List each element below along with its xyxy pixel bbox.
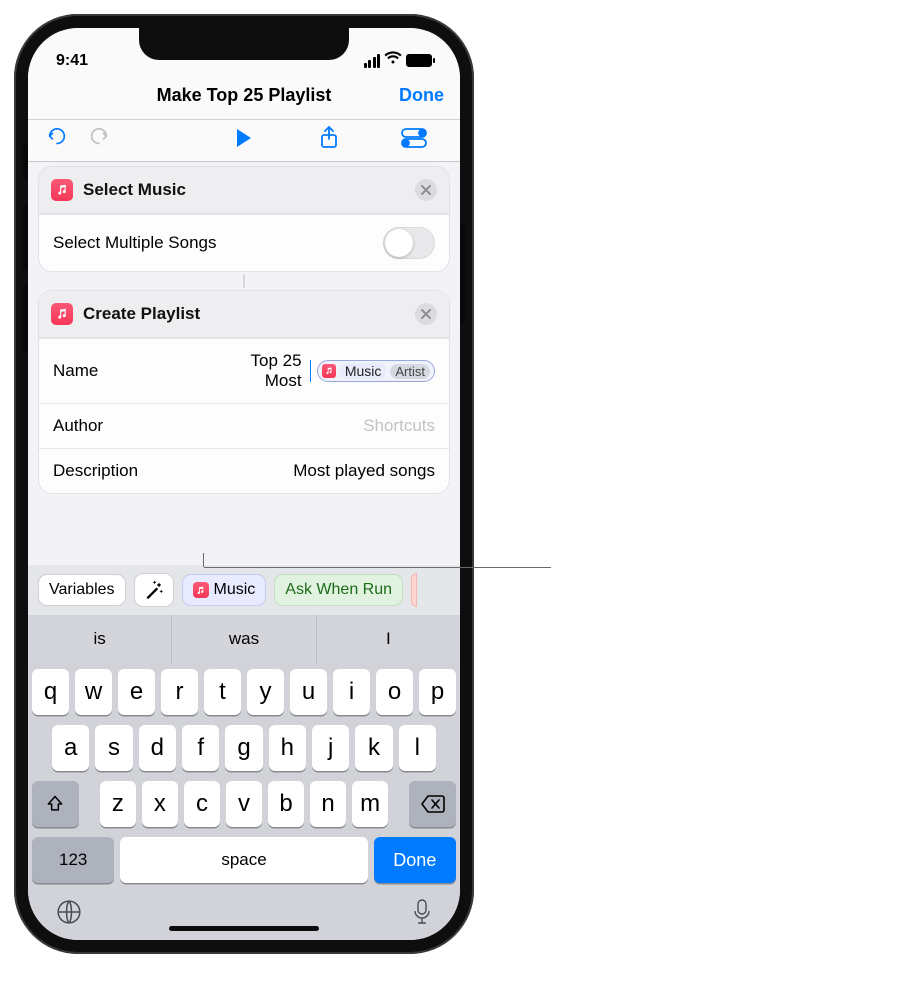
globe-icon[interactable] xyxy=(56,899,82,930)
key-p[interactable]: p xyxy=(419,669,456,715)
toolbar xyxy=(28,120,460,162)
remove-action-button[interactable] xyxy=(415,179,437,201)
action-create-playlist: Create Playlist Name Top 25 Most xyxy=(38,290,450,494)
redo-button[interactable] xyxy=(88,127,110,154)
key-o[interactable]: o xyxy=(376,669,413,715)
token-sub: Artist xyxy=(390,364,430,379)
action-connector xyxy=(243,274,245,288)
space-key[interactable]: space xyxy=(120,837,367,883)
magic-wand-button[interactable] xyxy=(134,573,174,607)
suggestion-1[interactable]: is xyxy=(28,615,171,663)
keyboard: q w e r t y u i o p a s d f g h j k l xyxy=(28,663,460,940)
variable-pill-music[interactable]: Music xyxy=(182,574,267,606)
name-text: Top 25 Most xyxy=(244,351,302,391)
token-main: Music xyxy=(340,363,387,379)
field-author-label: Author xyxy=(53,416,244,436)
key-q[interactable]: q xyxy=(32,669,69,715)
key-w[interactable]: w xyxy=(75,669,112,715)
card-title: Create Playlist xyxy=(83,304,405,324)
music-app-icon xyxy=(322,364,336,378)
key-e[interactable]: e xyxy=(118,669,155,715)
home-indicator[interactable] xyxy=(169,926,319,931)
key-j[interactable]: j xyxy=(312,725,349,771)
key-u[interactable]: u xyxy=(290,669,327,715)
key-i[interactable]: i xyxy=(333,669,370,715)
variable-token-music[interactable]: Music Artist xyxy=(317,360,435,382)
text-cursor xyxy=(310,360,311,382)
card-title: Select Music xyxy=(83,180,405,200)
cellular-icon xyxy=(364,54,381,68)
suggestion-2[interactable]: was xyxy=(171,615,315,663)
variable-bar: Variables Music Ask When Run xyxy=(28,565,460,615)
mic-icon[interactable] xyxy=(412,899,432,930)
nav-bar: Make Top 25 Playlist Done xyxy=(28,72,460,120)
screen: 9:41 Make Top 25 Playlist Done xyxy=(28,28,460,940)
name-field[interactable]: Top 25 Most Music Artist xyxy=(244,351,435,391)
settings-toggle-icon[interactable] xyxy=(401,128,427,153)
variable-pill-overflow[interactable] xyxy=(411,573,417,607)
key-x[interactable]: x xyxy=(142,781,178,827)
select-multiple-label: Select Multiple Songs xyxy=(53,233,383,253)
key-f[interactable]: f xyxy=(182,725,219,771)
key-c[interactable]: c xyxy=(184,781,220,827)
callout-line xyxy=(204,567,551,568)
remove-action-button[interactable] xyxy=(415,303,437,325)
status-time: 9:41 xyxy=(56,52,88,70)
shift-key[interactable] xyxy=(32,781,79,827)
author-placeholder: Shortcuts xyxy=(363,416,435,436)
variable-pill-ask[interactable]: Ask When Run xyxy=(274,574,403,606)
field-name-label: Name xyxy=(53,361,244,381)
key-y[interactable]: y xyxy=(247,669,284,715)
field-desc-label: Description xyxy=(53,461,244,481)
page-title: Make Top 25 Playlist xyxy=(157,85,332,106)
pill-label: Music xyxy=(214,581,256,599)
delete-key[interactable] xyxy=(409,781,456,827)
share-button[interactable] xyxy=(319,126,339,155)
numbers-key[interactable]: 123 xyxy=(32,837,114,883)
key-d[interactable]: d xyxy=(139,725,176,771)
content: Select Music Select Multiple Songs xyxy=(28,162,460,565)
play-button[interactable] xyxy=(235,128,253,153)
keyboard-done-key[interactable]: Done xyxy=(374,837,456,883)
key-v[interactable]: v xyxy=(226,781,262,827)
done-button[interactable]: Done xyxy=(399,85,444,106)
key-h[interactable]: h xyxy=(269,725,306,771)
key-b[interactable]: b xyxy=(268,781,304,827)
key-l[interactable]: l xyxy=(399,725,436,771)
action-select-music: Select Music Select Multiple Songs xyxy=(38,166,450,272)
key-a[interactable]: a xyxy=(52,725,89,771)
device-frame: 9:41 Make Top 25 Playlist Done xyxy=(14,14,474,954)
key-t[interactable]: t xyxy=(204,669,241,715)
suggestion-bar: is was I xyxy=(28,615,460,663)
key-g[interactable]: g xyxy=(225,725,262,771)
key-s[interactable]: s xyxy=(95,725,132,771)
music-app-icon xyxy=(51,303,73,325)
status-right xyxy=(364,51,433,70)
author-field[interactable]: Shortcuts xyxy=(244,416,435,436)
key-n[interactable]: n xyxy=(310,781,346,827)
key-z[interactable]: z xyxy=(100,781,136,827)
music-app-icon xyxy=(193,582,209,598)
description-text: Most played songs xyxy=(293,461,435,481)
battery-icon xyxy=(406,54,432,67)
select-multiple-switch[interactable] xyxy=(383,227,435,259)
notch xyxy=(139,28,349,60)
undo-button[interactable] xyxy=(46,127,68,154)
key-k[interactable]: k xyxy=(355,725,392,771)
key-m[interactable]: m xyxy=(352,781,388,827)
suggestion-3[interactable]: I xyxy=(316,615,460,663)
wifi-icon xyxy=(384,51,402,70)
side-button xyxy=(460,224,465,324)
variables-button[interactable]: Variables xyxy=(38,574,126,606)
music-app-icon xyxy=(51,179,73,201)
description-field[interactable]: Most played songs xyxy=(244,461,435,481)
key-r[interactable]: r xyxy=(161,669,198,715)
